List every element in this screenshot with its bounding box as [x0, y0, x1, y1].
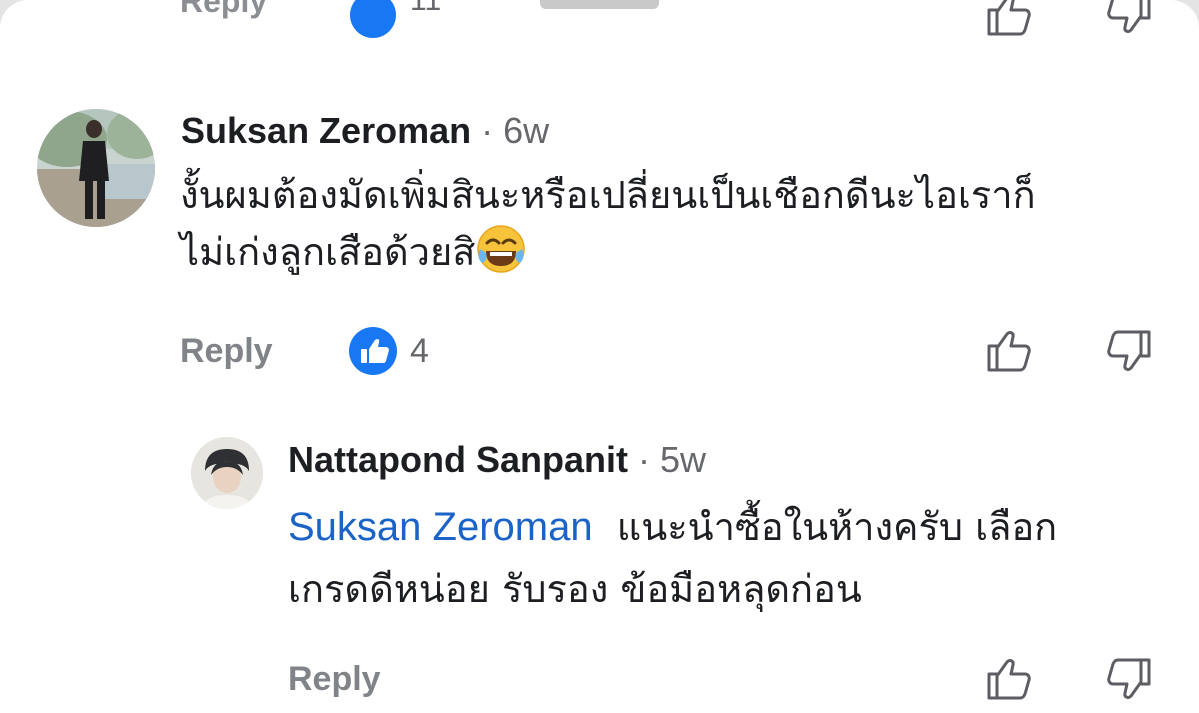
- comment-timestamp: 6w: [503, 110, 550, 151]
- like-reaction-badge[interactable]: [349, 327, 397, 375]
- reply-button[interactable]: Reply: [288, 659, 381, 699]
- comment-body: งั้นผมต้องมัดเพิ่มสินะหรือเปลี่ยนเป็นเชื…: [180, 167, 1170, 280]
- previous-reply-button[interactable]: Reply: [180, 0, 267, 17]
- thumbs-down-icon[interactable]: [1105, 328, 1153, 376]
- reply-timestamp: 5w: [660, 439, 707, 480]
- reply-body: Suksan Zeroman แนะนำซื้อในห้างครับ เลือก…: [288, 496, 1168, 620]
- reply-text-line-2: เกรดดีหน่อย รับรอง ข้อมือหลุดก่อน: [288, 567, 862, 611]
- comment-text-line-2: ไม่เก่งลูกเสือด้วยสิ: [180, 223, 1170, 280]
- thumbs-up-icon[interactable]: [985, 654, 1033, 702]
- comments-sheet: Reply 11 Suksan Zeroman · 6w งั้นผมต้องม…: [0, 0, 1199, 713]
- mention-link[interactable]: Suksan Zeroman: [288, 505, 593, 549]
- reply-text-line: Suksan Zeroman แนะนำซื้อในห้างครับ เลือก: [288, 496, 1168, 558]
- meta-separator: ·: [481, 110, 494, 151]
- reply-author[interactable]: Nattapond Sanpanit · 5w: [288, 440, 706, 480]
- reply-button[interactable]: Reply: [180, 331, 273, 371]
- comment-text-line-content: ไม่เก่งลูกเสือด้วยสิ: [180, 230, 476, 274]
- comment-text-line: งั้นผมต้องมัดเพิ่มสินะหรือเปลี่ยนเป็นเชื…: [180, 173, 1036, 217]
- meta-separator: ·: [638, 439, 651, 480]
- profile-photo-icon: [191, 437, 263, 509]
- avatar[interactable]: [37, 109, 155, 227]
- comment-author[interactable]: Suksan Zeroman · 6w: [181, 111, 549, 151]
- like-count: 4: [410, 332, 429, 370]
- previous-like-reaction-icon[interactable]: [350, 0, 396, 38]
- tears-of-joy-emoji-icon: [477, 225, 526, 273]
- thumbs-up-icon[interactable]: [985, 326, 1033, 374]
- reply-text-content: แนะนำซื้อในห้างครับ เลือก: [616, 505, 1058, 549]
- previous-comment-actions: Reply 11: [0, 0, 1199, 40]
- reply-avatar[interactable]: [191, 437, 263, 509]
- thumbs-down-icon[interactable]: [1105, 656, 1153, 704]
- previous-thumbs-up-icon[interactable]: [985, 0, 1033, 38]
- author-name[interactable]: Nattapond Sanpanit: [288, 439, 628, 480]
- previous-like-count: 11: [410, 0, 442, 17]
- previous-thumbs-down-icon[interactable]: [1105, 0, 1153, 38]
- like-reaction-icon: [361, 338, 389, 363]
- profile-photo-icon: [37, 109, 155, 227]
- author-name[interactable]: Suksan Zeroman: [181, 110, 471, 151]
